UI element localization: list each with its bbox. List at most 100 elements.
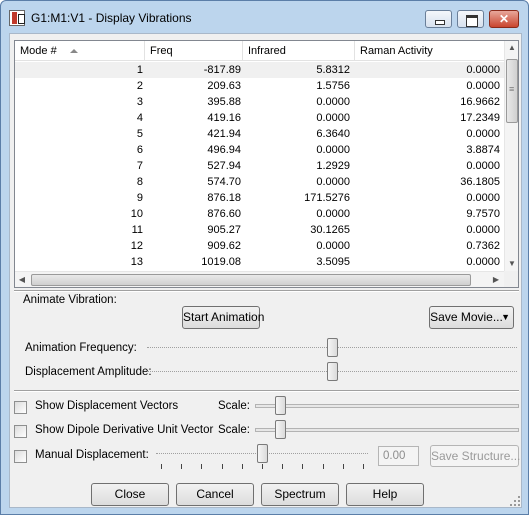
slider-track (255, 428, 519, 432)
show-displacement-vectors-checkbox[interactable] (14, 401, 27, 414)
table-cell: 1019.08 (201, 256, 241, 268)
table-cell: 876.18 (207, 192, 241, 204)
column-header-mode[interactable]: Mode # (15, 41, 145, 61)
table-body: 1 -817.89 5.8312 0.0000 2 209.63 1.5756 0.0000 3… (15, 62, 505, 270)
scroll-down-icon[interactable]: ▼ (505, 257, 518, 271)
table-row[interactable]: 11 905.27 30.1265 0.0000 (15, 222, 505, 238)
table-row[interactable]: 3 395.88 0.0000 16.9662 (15, 94, 505, 110)
table-cell: 0.0000 (466, 256, 500, 268)
scroll-left-icon[interactable]: ◀ (15, 272, 29, 287)
table-cell: 3 (136, 96, 143, 108)
slider-tick (181, 464, 183, 469)
animation-frequency-slider[interactable] (147, 338, 517, 358)
manual-displacement-checkbox[interactable] (14, 450, 27, 463)
start-animation-button[interactable]: Start Animation (182, 306, 264, 329)
minimize-button[interactable] (425, 10, 452, 28)
table-cell: 909.62 (207, 240, 241, 252)
column-header-infrared[interactable]: Infrared (243, 41, 355, 61)
save-movie-button[interactable]: Save Movie... ▼ (429, 306, 514, 329)
scroll-up-icon[interactable]: ▲ (505, 41, 518, 55)
window-title: G1:M1:V1 - Display Vibrations (31, 11, 192, 25)
table-row[interactable]: 1 -817.89 5.8312 0.0000 (15, 62, 505, 78)
vertical-scrollbar[interactable]: ▲ ▼ (504, 41, 518, 271)
save-movie-label: Save Movie... (430, 310, 503, 324)
table-cell: 0.0000 (466, 160, 500, 172)
table-cell: 0.0000 (466, 192, 500, 204)
manual-displacement-slider[interactable] (156, 444, 368, 469)
table-row[interactable]: 6 496.94 0.0000 3.8874 (15, 142, 505, 158)
table-cell: 3.5095 (316, 256, 350, 268)
table-row[interactable]: 2 209.63 1.5756 0.0000 (15, 78, 505, 94)
table-cell: 0.0000 (316, 112, 350, 124)
table-row[interactable]: 7 527.94 1.2929 0.0000 (15, 158, 505, 174)
displacement-amplitude-slider[interactable] (147, 362, 517, 382)
slider-thumb[interactable] (327, 362, 338, 381)
table-cell: 16.9662 (460, 96, 500, 108)
table-row[interactable]: 5 421.94 6.3640 0.0000 (15, 126, 505, 142)
column-header-freq[interactable]: Freq (145, 41, 243, 61)
spectrum-button[interactable]: Spectrum (261, 483, 339, 506)
table-cell: 395.88 (207, 96, 241, 108)
resize-grip-icon[interactable] (510, 496, 520, 506)
slider-tick (262, 464, 263, 469)
slider-thumb[interactable] (257, 444, 268, 463)
help-button[interactable]: Help (346, 483, 424, 506)
table-cell: 6.3640 (316, 128, 350, 140)
dipole-scale-slider[interactable] (255, 420, 519, 440)
table-row[interactable]: 13 1019.08 3.5095 0.0000 (15, 254, 505, 270)
table-row[interactable]: 8 574.70 0.0000 36.1805 (15, 174, 505, 190)
dialog-client-area: Mode # Freq Infrared Raman Activity 1 -81… (9, 33, 522, 508)
manual-displacement-value[interactable]: 0.00 (378, 446, 419, 466)
table-row[interactable]: 10 876.60 0.0000 9.7570 (15, 206, 505, 222)
horizontal-scroll-thumb[interactable] (31, 274, 471, 286)
slider-thumb[interactable] (275, 420, 286, 439)
column-header-label: Infrared (248, 45, 286, 57)
show-dipole-derivative-checkbox[interactable] (14, 425, 27, 438)
table-cell: 0.0000 (466, 64, 500, 76)
manual-displacement-label[interactable]: Manual Displacement: (35, 449, 149, 461)
slider-tick (322, 464, 324, 469)
table-row[interactable]: 12 909.62 0.0000 0.7362 (15, 238, 505, 254)
maximize-button[interactable] (457, 10, 484, 28)
table-row[interactable]: 4 419.16 0.0000 17.2349 (15, 110, 505, 126)
show-displacement-vectors-label[interactable]: Show Displacement Vectors (35, 400, 178, 412)
table-row[interactable]: 9 876.18 171.5276 0.0000 (15, 190, 505, 206)
table-cell: 0.0000 (466, 80, 500, 92)
show-dipole-derivative-label[interactable]: Show Dipole Derivative Unit Vector (35, 424, 213, 436)
slider-track (255, 404, 519, 408)
close-icon: ✕ (498, 12, 510, 26)
horizontal-scrollbar[interactable]: ◀ ▶ (15, 271, 504, 287)
table-cell: 419.16 (207, 112, 241, 124)
vibrations-table[interactable]: Mode # Freq Infrared Raman Activity 1 -81… (14, 40, 519, 288)
table-cell: 527.94 (207, 160, 241, 172)
close-window-button[interactable]: ✕ (489, 10, 519, 28)
slider-tick (282, 464, 284, 469)
table-cell: 3.8874 (466, 144, 500, 156)
table-cell: 7 (136, 160, 143, 172)
column-header-raman[interactable]: Raman Activity (355, 41, 505, 61)
save-structure-button[interactable]: Save Structure... (430, 445, 520, 467)
column-header-label: Freq (150, 45, 173, 57)
slider-thumb[interactable] (327, 338, 338, 357)
table-cell: 0.0000 (316, 144, 350, 156)
table-cell: 11 (131, 224, 143, 236)
vectors-scale-slider[interactable] (255, 396, 519, 416)
animation-frequency-label: Animation Frequency: (25, 342, 137, 354)
scroll-right-icon[interactable]: ▶ (489, 272, 503, 287)
slider-thumb[interactable] (275, 396, 286, 415)
title-bar[interactable]: G1:M1:V1 - Display Vibrations ✕ (1, 1, 528, 33)
animate-vibration-label: Animate Vibration: (23, 294, 117, 306)
table-cell: 0.0000 (316, 208, 350, 220)
slider-tick (161, 464, 162, 469)
close-button[interactable]: Close (91, 483, 169, 506)
table-cell: 1.2929 (316, 160, 350, 172)
vertical-scroll-thumb[interactable] (506, 59, 518, 123)
table-cell: 0.0000 (316, 96, 350, 108)
table-cell: 12 (130, 240, 143, 252)
table-cell: 36.1805 (460, 176, 500, 188)
app-icon (9, 10, 25, 26)
table-cell: 17.2349 (460, 112, 500, 124)
slider-tick (221, 464, 223, 469)
cancel-button[interactable]: Cancel (176, 483, 254, 506)
table-cell: 209.63 (207, 80, 241, 92)
